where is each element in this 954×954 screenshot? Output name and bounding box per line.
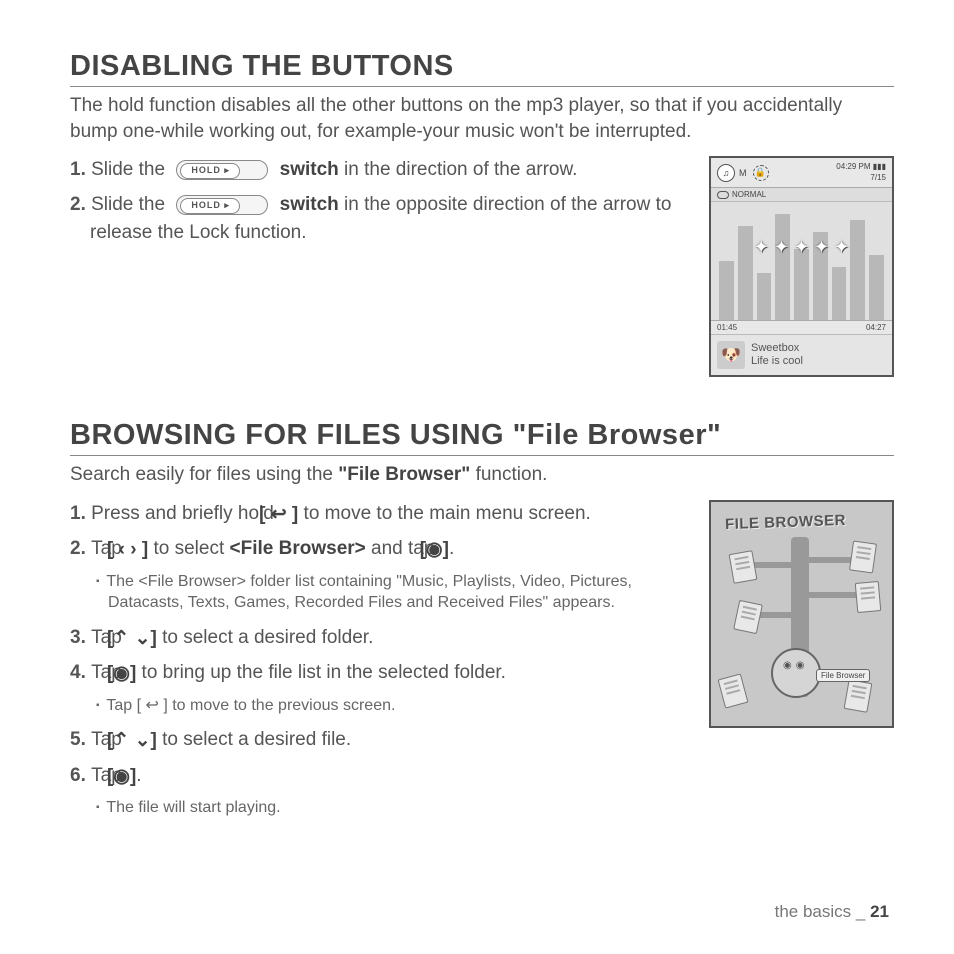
lock-icon: 🔒 [753,165,769,181]
mode-label: M [739,168,747,178]
device-filebrowser-screenshot: FILE BROWSER File Browser [709,500,894,728]
left-right-icon: [ ‹ › ] [127,536,148,565]
select-icon: [◉] [127,763,136,792]
back-icon: [ ↩ ] [279,501,298,530]
battery-icon: ▮▮▮ [873,162,886,171]
device-music-screenshot: ♫ M 🔒 04:29 PM ▮▮▮ 7/15 NORMAL [709,156,894,377]
song-title: Life is cool [751,355,803,368]
music-icon: ♫ [717,164,735,182]
fb-screen-title: FILE BROWSER [725,512,847,533]
hold-switch-icon [176,195,268,215]
fb-step-3: 3. Tap [⌃ ⌄] to select a desired folder. [70,624,694,654]
section-file-browser: BROWSING FOR FILES USING "File Browser" … [70,419,894,829]
hold-switch-icon [176,160,268,180]
steps-list-1: 1. Slide the switch in the direction of … [70,156,694,248]
clock: 04:29 PM [836,162,870,171]
fb-tag: File Browser [816,669,870,682]
heading-1: DISABLING THE BUTTONS [70,50,894,87]
section-disabling-buttons: DISABLING THE BUTTONS The hold function … [70,50,894,377]
back-icon: ↩ [141,697,163,714]
fb-step-6: 6. Tap [◉]. [70,762,694,792]
eq-mode: NORMAL [732,190,766,199]
intro-text-1: The hold function disables all the other… [70,93,894,144]
fb-step-2: 2. Tap [ ‹ › ] to select <File Browser> … [70,535,694,565]
total-time: 04:27 [866,323,886,332]
intro-text-2: Search easily for files using the "File … [70,462,894,488]
up-down-icon: [⌃ ⌄] [127,625,157,654]
up-down-icon: [⌃ ⌄] [127,727,157,756]
select-icon: [◉] [127,660,136,689]
select-icon: [◉] [440,536,449,565]
steps-list-2: 1. Press and briefly hold [ ↩ ] to move … [70,500,694,565]
artist-name: Sweetbox [751,342,803,355]
step-2: 2. Slide the switch in the opposite dire… [70,191,694,248]
fb-step-5: 5. Tap [⌃ ⌄] to select a desired file. [70,726,694,756]
page-footer: the basics _ 21 [775,902,889,922]
loop-icon [717,191,729,199]
robot-icon [771,648,821,698]
album-art: ✦ ✦ ✦ ✦ ✦ [711,202,892,320]
fb-step-4-sub: Tap [ ↩ ] to move to the previous screen… [70,695,694,717]
fb-step-6-sub: The file will start playing. [70,797,694,819]
track-count: 7/15 [836,173,886,183]
fb-step-2-sub: The <File Browser> folder list containin… [70,571,694,614]
album-thumbnail: 🐶 [717,341,745,369]
elapsed-time: 01:45 [717,323,737,332]
fb-step-4: 4. Tap [◉] to bring up the file list in … [70,659,694,689]
heading-2: BROWSING FOR FILES USING "File Browser" [70,419,894,456]
fb-step-1: 1. Press and briefly hold [ ↩ ] to move … [70,500,694,530]
step-1: 1. Slide the switch in the direction of … [70,156,694,185]
